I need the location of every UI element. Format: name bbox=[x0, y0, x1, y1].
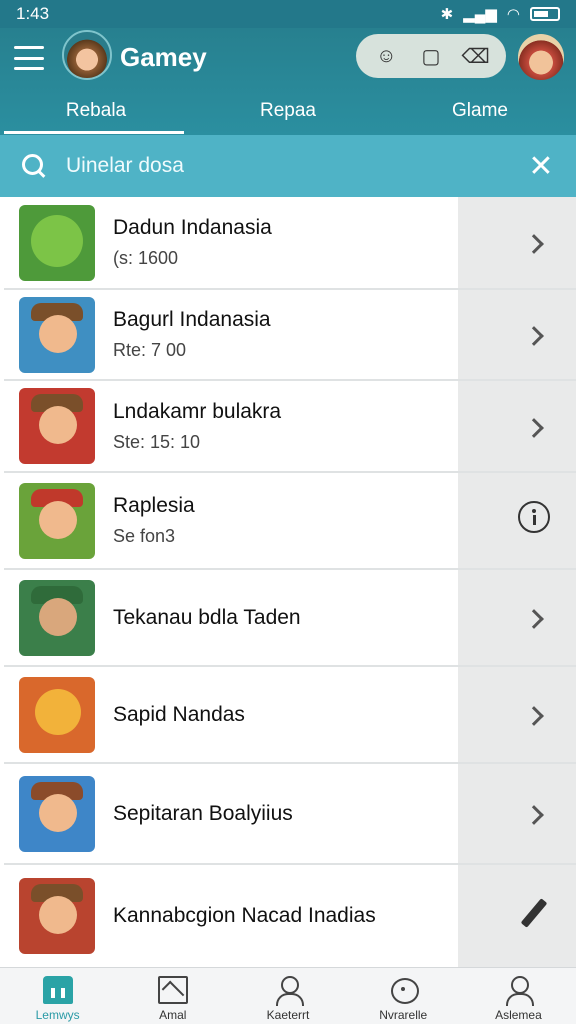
status-icons: ✱ ▂▄▆ ◠ bbox=[441, 5, 560, 23]
wifi-icon: ◠ bbox=[506, 6, 520, 23]
nav-item-account[interactable]: Aslemea bbox=[461, 968, 576, 1024]
signal-icon: ▂▄▆ bbox=[463, 6, 497, 23]
pencil-icon[interactable] bbox=[504, 897, 564, 936]
list-item-text: Tekanau bdla Taden bbox=[113, 606, 504, 630]
menu-icon[interactable] bbox=[14, 46, 44, 70]
chevron-right-icon[interactable] bbox=[504, 798, 564, 829]
nav-label: Aslemea bbox=[495, 1008, 542, 1022]
list-item[interactable]: Sepitaran Boalyiius bbox=[4, 764, 576, 865]
list-item-title: Bagurl Indanasia bbox=[113, 308, 271, 331]
list-item-text: Sapid Nandas bbox=[113, 703, 504, 727]
list-item[interactable]: Kannabcgion Nacad Inadias bbox=[4, 865, 576, 967]
tab-repaa[interactable]: Repaa bbox=[192, 94, 384, 134]
list-item-subtitle: Ste: 15: 10 bbox=[113, 431, 201, 452]
list-item[interactable]: Sapid Nandas bbox=[4, 667, 576, 764]
game-thumbnail bbox=[19, 579, 95, 656]
status-bar: 1:43 ✱ ▂▄▆ ◠ bbox=[0, 0, 576, 28]
nav-item-profile[interactable]: Kaeterrt bbox=[230, 968, 345, 1024]
chevron-right-icon[interactable] bbox=[504, 319, 564, 350]
list-item-subtitle: Se fon3 bbox=[113, 526, 176, 546]
game-thumbnail bbox=[19, 296, 95, 373]
list-item-text: Dadun Indanasia (s: 1600 bbox=[113, 216, 504, 269]
nav-label: Lemwys bbox=[35, 1008, 80, 1022]
list-item-title: Sepitaran Boalyiius bbox=[113, 801, 293, 825]
game-thumbnail bbox=[19, 878, 95, 954]
list-item-text: Raplesia Se fon3 bbox=[113, 494, 504, 547]
bluetooth-icon: ✱ bbox=[440, 6, 454, 23]
search-icon bbox=[20, 152, 48, 180]
list-item[interactable]: Bagurl Indanasia Rte: 7 00 bbox=[4, 290, 576, 381]
game-thumbnail bbox=[19, 204, 95, 281]
chevron-right-icon[interactable] bbox=[504, 227, 564, 258]
list-item-subtitle: (s: 1600 bbox=[113, 248, 179, 268]
list-item[interactable]: Raplesia Se fon3 bbox=[4, 473, 576, 570]
game-thumbnail bbox=[19, 482, 95, 559]
game-thumbnail bbox=[19, 775, 95, 852]
character-icon[interactable]: ☺ bbox=[372, 42, 400, 70]
nav-label: Kaeterrt bbox=[266, 1008, 310, 1022]
clear-icon[interactable]: ⌫ bbox=[462, 42, 490, 70]
battery-icon bbox=[530, 7, 560, 21]
app-logo bbox=[62, 30, 112, 80]
nav-label: Amal bbox=[159, 1008, 187, 1022]
tab-bar: Rebala Repaa Glame bbox=[0, 94, 576, 134]
home-icon bbox=[42, 976, 73, 1004]
list-item-title: Sapid Nandas bbox=[113, 702, 245, 726]
app-bar: Gamey ☺ ▢ ⌫ Rebala Repaa Glame bbox=[0, 28, 576, 135]
app-title: Gamey bbox=[120, 42, 207, 72]
status-time: 1:43 bbox=[16, 4, 50, 23]
tab-rebala[interactable]: Rebala bbox=[0, 94, 192, 134]
chevron-right-icon[interactable] bbox=[504, 602, 564, 633]
list-item-title: Raplesia bbox=[113, 494, 195, 517]
nav-item-home[interactable]: Lemwys bbox=[0, 968, 115, 1024]
list-item[interactable]: Lndakamr bulakra Ste: 15: 10 bbox=[4, 381, 576, 473]
list-item-title: Lndakamr bulakra bbox=[113, 399, 282, 423]
list-item-title: Kannabcgion Nacad Inadias bbox=[113, 904, 376, 927]
game-list: Dadun Indanasia (s: 1600 Bagurl Indanasi… bbox=[0, 197, 576, 967]
list-item[interactable]: Tekanau bdla Taden bbox=[4, 570, 576, 667]
chat-icon bbox=[388, 976, 420, 1004]
game-thumbnail bbox=[19, 676, 95, 753]
search-bar: ✕ bbox=[0, 135, 576, 197]
nav-item-gallery[interactable]: Amal bbox=[115, 968, 230, 1024]
action-pill: ☺ ▢ ⌫ bbox=[356, 34, 506, 78]
tab-glame[interactable]: Glame bbox=[384, 94, 576, 134]
bottom-nav: Lemwys Amal Kaeterrt Nvrarelle Aslemea bbox=[0, 967, 576, 1024]
nav-item-messages[interactable]: Nvrarelle bbox=[346, 968, 461, 1024]
image-icon bbox=[157, 976, 188, 1004]
list-item-text: Bagurl Indanasia Rte: 7 00 bbox=[113, 308, 504, 361]
person-icon bbox=[273, 976, 304, 1006]
list-item[interactable]: Dadun Indanasia (s: 1600 bbox=[4, 197, 576, 290]
game-thumbnail bbox=[19, 388, 95, 464]
list-item-text: Kannabcgion Nacad Inadias bbox=[113, 904, 504, 928]
person-icon bbox=[503, 976, 535, 1006]
info-icon[interactable] bbox=[504, 501, 564, 540]
list-item-text: Lndakamr bulakra Ste: 15: 10 bbox=[113, 400, 504, 453]
nav-label: Nvrarelle bbox=[379, 1008, 428, 1022]
list-item-text: Sepitaran Boalyiius bbox=[113, 802, 504, 826]
list-item-subtitle: Rte: 7 00 bbox=[113, 340, 187, 360]
search-input[interactable] bbox=[66, 154, 526, 178]
list-item-title: Dadun Indanasia bbox=[113, 216, 272, 239]
window-icon[interactable]: ▢ bbox=[417, 42, 445, 70]
close-icon[interactable]: ✕ bbox=[526, 149, 556, 184]
chevron-right-icon[interactable] bbox=[504, 699, 564, 730]
profile-avatar[interactable] bbox=[518, 34, 564, 80]
list-item-title: Tekanau bdla Taden bbox=[113, 605, 301, 629]
chevron-right-icon[interactable] bbox=[504, 411, 564, 442]
